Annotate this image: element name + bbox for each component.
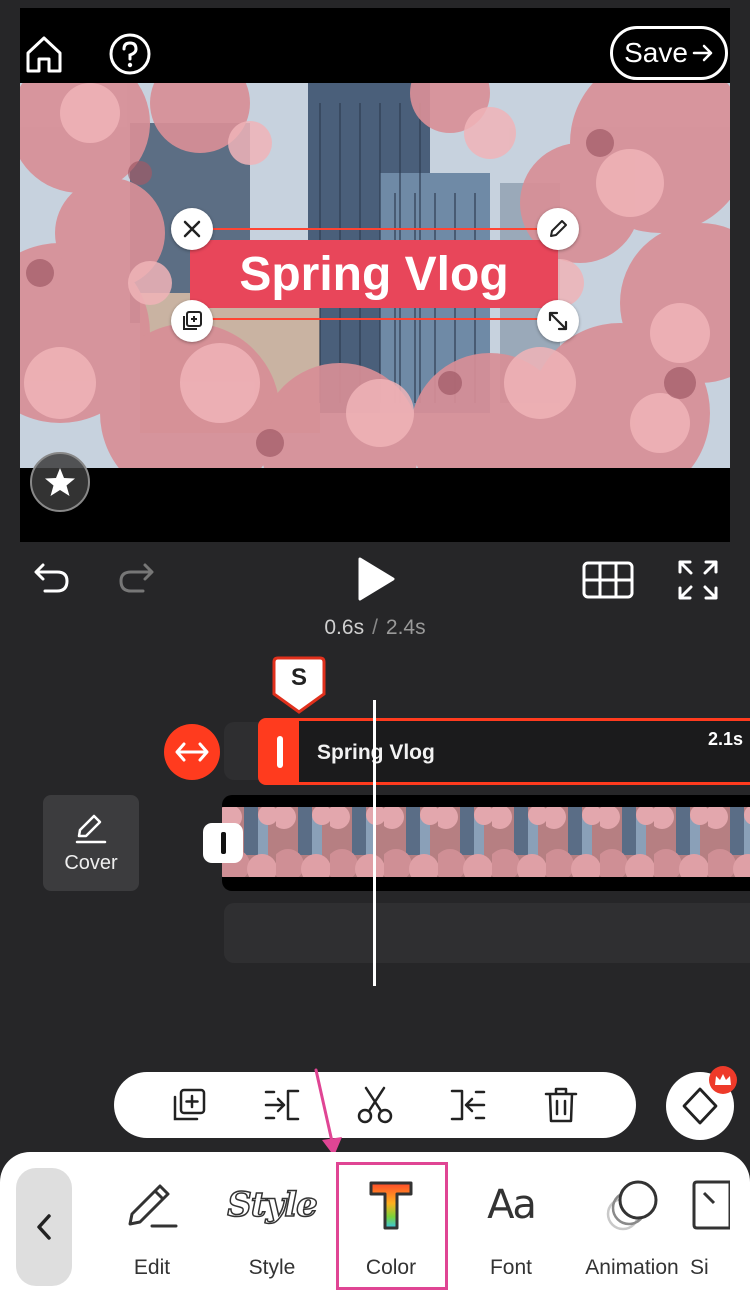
trash-icon xyxy=(545,1087,578,1123)
tool-sticker[interactable]: Si xyxy=(690,1160,750,1290)
pencil-icon xyxy=(128,1184,178,1228)
current-time: 0.6s xyxy=(324,616,365,639)
split-button[interactable] xyxy=(350,1080,400,1130)
chevron-left-icon xyxy=(37,1214,51,1240)
fullscreen-icon xyxy=(678,560,718,600)
redo-button[interactable] xyxy=(114,558,158,598)
video-clip-handle[interactable] xyxy=(203,823,243,863)
help-icon xyxy=(109,33,151,75)
play-icon xyxy=(358,557,395,601)
resize-text-handle[interactable] xyxy=(537,300,579,342)
tool-edit-label: Edit xyxy=(133,1256,171,1279)
pencil-icon xyxy=(75,814,107,843)
resize-icon xyxy=(548,311,568,331)
playhead[interactable] xyxy=(373,700,376,986)
back-button[interactable] xyxy=(16,1168,72,1286)
tool-animation[interactable]: Animation xyxy=(572,1160,692,1290)
style-icon: Style xyxy=(226,1184,318,1226)
font-icon: Aa xyxy=(487,1182,537,1228)
scissors-icon xyxy=(357,1086,393,1124)
favorite-button[interactable] xyxy=(30,452,90,512)
duplicate-icon xyxy=(183,311,202,330)
trim-right-button[interactable] xyxy=(443,1080,493,1130)
star-icon xyxy=(45,468,75,496)
video-thumbnails xyxy=(222,807,750,877)
close-icon xyxy=(183,220,201,238)
save-label: Save xyxy=(624,37,688,68)
play-button[interactable] xyxy=(352,554,400,604)
home-button[interactable] xyxy=(22,32,66,76)
redo-icon xyxy=(119,563,154,593)
clip-left-grip[interactable] xyxy=(261,721,299,782)
copy-icon xyxy=(173,1088,205,1121)
hint-arrow xyxy=(314,1068,342,1156)
move-clip-button[interactable] xyxy=(164,724,220,780)
sticker-icon xyxy=(692,1180,730,1230)
swap-icon xyxy=(175,742,209,762)
edit-text-handle[interactable] xyxy=(537,208,579,250)
grid-toggle-button[interactable] xyxy=(582,560,634,600)
cover-button[interactable]: Cover xyxy=(43,795,139,891)
text-clip[interactable]: Spring Vlog 2.1s xyxy=(258,718,750,785)
arrow-right-icon xyxy=(692,44,713,62)
tool-animation-label: Animation xyxy=(585,1256,679,1279)
home-icon xyxy=(26,36,62,73)
fullscreen-button[interactable] xyxy=(676,558,720,602)
tool-sticker-label: Si xyxy=(690,1256,709,1279)
tool-edit[interactable]: Edit xyxy=(92,1160,212,1290)
premium-badge xyxy=(709,1066,737,1094)
crown-icon xyxy=(715,1074,731,1085)
tool-font-label: Font xyxy=(489,1256,533,1279)
trim-left-icon xyxy=(264,1089,300,1121)
tool-style[interactable]: Style Style xyxy=(212,1160,332,1290)
animation-icon xyxy=(606,1180,658,1231)
overlay-title-text[interactable]: Spring Vlog xyxy=(190,240,558,308)
time-readout: 0.6s / 2.4s xyxy=(0,616,750,640)
tool-font[interactable]: Aa Font xyxy=(451,1160,571,1290)
audio-track[interactable] xyxy=(224,903,750,963)
help-button[interactable] xyxy=(108,32,152,76)
delete-clip-button[interactable] xyxy=(536,1080,586,1130)
grid-icon xyxy=(582,561,634,599)
clip-action-bar xyxy=(114,1072,636,1138)
video-preview: Save Spring Vlog xyxy=(20,8,730,542)
save-button[interactable]: Save xyxy=(610,26,728,80)
text-clip-duration: 2.1s xyxy=(707,729,743,749)
pencil-icon xyxy=(550,220,567,237)
time-separator: / xyxy=(372,616,378,639)
trim-right-icon xyxy=(450,1089,486,1121)
cover-label: Cover xyxy=(64,851,118,874)
tool-style-label: Style xyxy=(248,1256,296,1279)
total-time: 2.4s xyxy=(385,616,426,639)
duplicate-text-handle[interactable] xyxy=(171,300,213,342)
undo-button[interactable] xyxy=(30,558,74,598)
keyframe-icon xyxy=(682,1087,718,1125)
color-tool-highlight xyxy=(336,1162,448,1290)
marker-letter: S xyxy=(290,664,307,691)
video-clip[interactable] xyxy=(222,795,750,891)
duplicate-clip-button[interactable] xyxy=(164,1080,214,1130)
undo-icon xyxy=(34,563,69,593)
remove-text-handle[interactable] xyxy=(171,208,213,250)
